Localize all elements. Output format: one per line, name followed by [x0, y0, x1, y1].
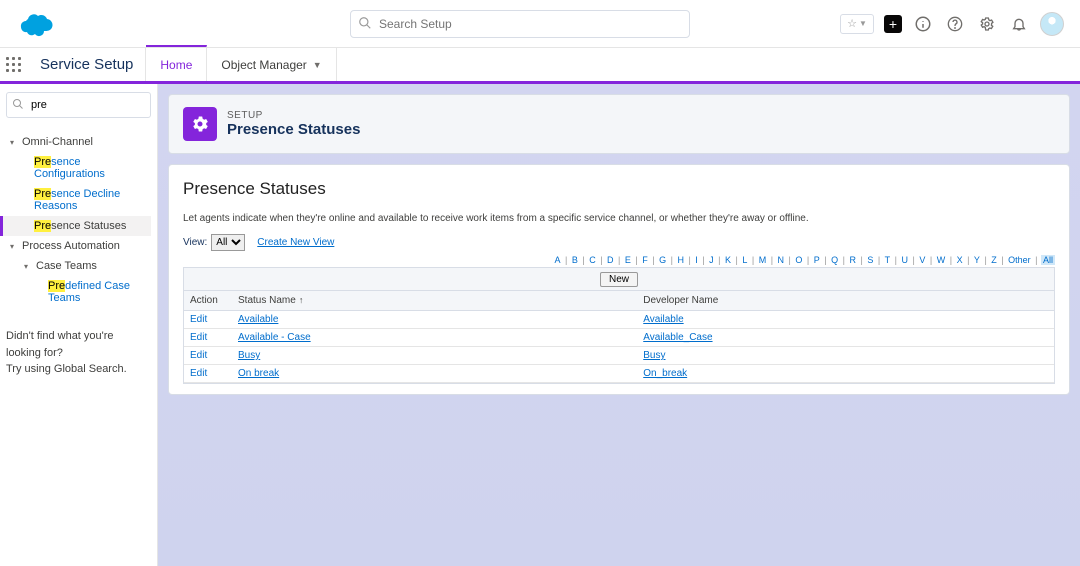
alpha-other[interactable]: Other [1007, 255, 1032, 265]
edit-link[interactable]: Edit [190, 332, 207, 343]
alpha-letter[interactable]: H [676, 255, 685, 265]
tree-label: Omni-Channel [22, 136, 93, 148]
alpha-letter[interactable]: Q [830, 255, 839, 265]
setup-tree-sidebar: ▾Omni-Channel Presence Configurations Pr… [0, 84, 158, 566]
global-header: ☆▼ + [0, 0, 1080, 48]
view-select[interactable]: All [211, 234, 245, 251]
tree-item-presence-decline-reasons[interactable]: Presence Decline Reasons [6, 184, 151, 216]
chevron-down-icon: ▾ [24, 262, 36, 271]
setup-gear-icon[interactable] [976, 13, 998, 35]
chevron-down-icon: ▾ [10, 242, 22, 251]
user-avatar[interactable] [1040, 12, 1064, 36]
tab-label: Object Manager [221, 58, 306, 72]
alpha-letter[interactable]: P [813, 255, 821, 265]
salesforce-logo[interactable] [16, 10, 56, 38]
global-search-wrap [350, 10, 690, 38]
alpha-letter[interactable]: D [606, 255, 615, 265]
alpha-letter[interactable]: U [901, 255, 910, 265]
alpha-all[interactable]: All [1041, 255, 1055, 265]
page-header: SETUP Presence Statuses [168, 94, 1070, 154]
page-header-gear-icon [183, 107, 217, 141]
developer-name-link[interactable]: On_break [643, 368, 687, 379]
tab-object-manager[interactable]: Object Manager ▼ [207, 48, 336, 81]
main-panel: Presence Statuses Let agents indicate wh… [168, 164, 1070, 395]
tab-label: Home [160, 58, 192, 72]
col-action: Action [184, 291, 232, 311]
page-header-eyebrow: SETUP [227, 110, 360, 121]
col-status-name[interactable]: Status Name [232, 291, 637, 311]
alpha-letter[interactable]: Z [990, 255, 998, 265]
alpha-letter[interactable]: C [588, 255, 597, 265]
view-label: View: [183, 237, 207, 248]
edit-link[interactable]: Edit [190, 350, 207, 361]
chevron-down-icon: ▼ [313, 60, 322, 70]
status-name-link[interactable]: Busy [238, 350, 260, 361]
developer-name-link[interactable]: Busy [643, 350, 665, 361]
developer-name-link[interactable]: Available_Case [643, 332, 712, 343]
table-row: Edit Available Available [184, 311, 1054, 329]
table-row: Edit On break On_break [184, 365, 1054, 383]
alpha-letter[interactable]: X [956, 255, 964, 265]
edit-link[interactable]: Edit [190, 368, 207, 379]
tree-section-omni-channel[interactable]: ▾Omni-Channel [6, 132, 151, 152]
search-icon [12, 98, 24, 113]
panel-description: Let agents indicate when they're online … [183, 213, 1055, 224]
alpha-letter[interactable]: M [758, 255, 768, 265]
alpha-letter[interactable]: E [624, 255, 632, 265]
new-button[interactable]: New [600, 272, 638, 287]
global-search-input[interactable] [350, 10, 690, 38]
alpha-letter[interactable]: N [777, 255, 786, 265]
sidebar-search-input[interactable] [6, 92, 151, 118]
table-row: Edit Busy Busy [184, 347, 1054, 365]
tree-section-process-automation[interactable]: ▾Process Automation [6, 236, 151, 256]
col-developer-name[interactable]: Developer Name [637, 291, 1054, 311]
alpha-letter[interactable]: K [724, 255, 732, 265]
status-name-link[interactable]: Available - Case [238, 332, 311, 343]
tab-home[interactable]: Home [146, 45, 207, 81]
alpha-letter[interactable]: J [708, 255, 715, 265]
tree-label: Case Teams [36, 260, 97, 272]
alpha-letter[interactable]: R [848, 255, 857, 265]
alpha-letter[interactable]: F [641, 255, 649, 265]
alpha-filter-row: A | B | C | D | E | F | G | H | I | J | … [183, 255, 1055, 265]
panel-heading: Presence Statuses [183, 179, 1055, 199]
table-toolbar: New [184, 268, 1054, 291]
global-actions-button[interactable]: + [884, 15, 902, 33]
table-row: Edit Available - Case Available_Case [184, 329, 1054, 347]
chevron-down-icon: ▾ [10, 138, 22, 147]
notifications-bell-icon[interactable] [1008, 13, 1030, 35]
help-icon[interactable] [944, 13, 966, 35]
page-header-title: Presence Statuses [227, 121, 360, 138]
sidebar-footer: Didn't find what you're looking for? Try… [6, 328, 151, 378]
tree-subsection-case-teams[interactable]: ▾Case Teams [6, 256, 151, 276]
alpha-letter[interactable]: W [936, 255, 947, 265]
salesforce-help-icon[interactable] [912, 13, 934, 35]
alpha-letter[interactable]: Y [973, 255, 981, 265]
status-name-link[interactable]: On break [238, 368, 279, 379]
table-wrap: New Action Status Name Developer Name Ed… [183, 267, 1055, 384]
content-area: SETUP Presence Statuses Presence Statuse… [158, 84, 1080, 566]
tree-label: Process Automation [22, 240, 120, 252]
alpha-letter[interactable]: G [658, 255, 667, 265]
header-actions: ☆▼ + [840, 12, 1072, 36]
status-name-link[interactable]: Available [238, 314, 278, 325]
tree-item-presence-statuses[interactable]: Presence Statuses [0, 216, 151, 236]
app-launcher-button[interactable] [0, 48, 28, 81]
view-row: View: All Create New View [183, 234, 1055, 251]
create-new-view-link[interactable]: Create New View [257, 237, 334, 248]
tree-item-predefined-case-teams[interactable]: Predefined Case Teams [6, 276, 151, 308]
tree-item-presence-configurations[interactable]: Presence Configurations [6, 152, 151, 184]
alpha-letter[interactable]: B [571, 255, 579, 265]
search-icon [358, 16, 372, 33]
edit-link[interactable]: Edit [190, 314, 207, 325]
presence-status-table: Action Status Name Developer Name Edit Av… [184, 291, 1054, 383]
developer-name-link[interactable]: Available [643, 314, 683, 325]
app-nav-bar: Service Setup Home Object Manager ▼ [0, 48, 1080, 84]
sidebar-search-wrap [6, 92, 151, 118]
favorites-button[interactable]: ☆▼ [840, 14, 874, 34]
app-name-label: Service Setup [28, 48, 146, 81]
